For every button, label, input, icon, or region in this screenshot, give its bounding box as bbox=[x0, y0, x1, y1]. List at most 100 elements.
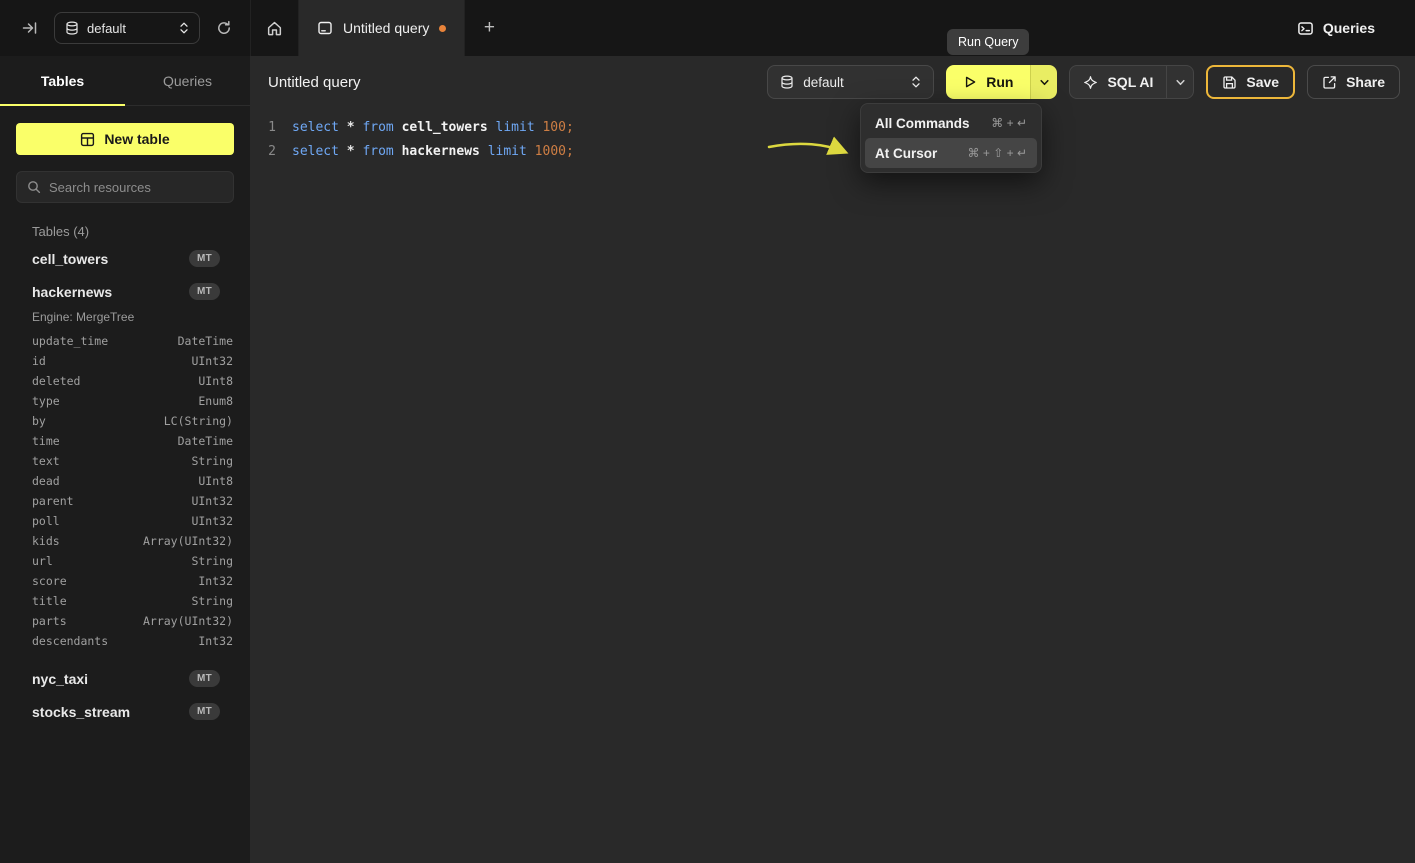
collapse-sidebar-button[interactable] bbox=[18, 16, 42, 40]
code-line[interactable]: 2select * from hackernews limit 1000; bbox=[268, 140, 1415, 164]
column-name: time bbox=[32, 434, 60, 448]
column-row[interactable]: timeDateTime bbox=[0, 431, 250, 451]
code-token bbox=[480, 144, 488, 159]
column-row[interactable]: kidsArray(UInt32) bbox=[0, 531, 250, 551]
column-row[interactable]: update_timeDateTime bbox=[0, 331, 250, 351]
column-row[interactable]: byLC(String) bbox=[0, 411, 250, 431]
code-token: from bbox=[362, 120, 393, 135]
column-name: parent bbox=[32, 494, 74, 508]
column-row[interactable]: urlString bbox=[0, 551, 250, 571]
home-tab[interactable] bbox=[250, 0, 298, 56]
share-button[interactable]: Share bbox=[1307, 65, 1400, 99]
sql-ai-button[interactable]: SQL AI bbox=[1070, 66, 1166, 98]
column-name: text bbox=[32, 454, 60, 468]
queries-icon bbox=[1297, 20, 1314, 37]
code-token: * bbox=[347, 144, 355, 159]
line-number: 2 bbox=[268, 140, 276, 164]
column-type: DateTime bbox=[178, 334, 233, 348]
sidebar-tab-queries[interactable]: Queries bbox=[125, 56, 250, 105]
refresh-button[interactable] bbox=[212, 16, 236, 40]
share-icon bbox=[1322, 75, 1337, 90]
table-row-nyc_taxi[interactable]: nyc_taxiMT bbox=[0, 662, 250, 695]
sidebar-tab-tables[interactable]: Tables bbox=[0, 56, 125, 105]
tab-label: Untitled query bbox=[343, 20, 429, 36]
code-token bbox=[527, 144, 535, 159]
topbar-database-value: default bbox=[87, 21, 126, 36]
sidebar: Tables Queries New table Tables (4) cell… bbox=[0, 56, 250, 863]
save-icon bbox=[1222, 75, 1237, 90]
tab-strip: Untitled query + bbox=[250, 0, 513, 56]
save-button[interactable]: Save bbox=[1206, 65, 1295, 99]
menu-item-all-commands[interactable]: All Commands⌘ + ↵ bbox=[865, 108, 1037, 138]
column-type: Array(UInt32) bbox=[143, 534, 233, 548]
engine-badge: MT bbox=[189, 670, 220, 687]
column-row[interactable]: descendants Int32 bbox=[0, 631, 250, 651]
table-row-stocks_stream[interactable]: stocks_streamMT bbox=[0, 695, 250, 728]
search-input[interactable] bbox=[49, 180, 223, 195]
run-button[interactable]: Run bbox=[946, 65, 1030, 99]
sparkle-icon bbox=[1083, 75, 1098, 90]
tables-section-title: Tables (4) bbox=[16, 224, 234, 239]
play-icon bbox=[963, 75, 977, 89]
menu-item-at-cursor[interactable]: At Cursor ⌘ + ⇧ + ↵ bbox=[865, 138, 1037, 168]
chevron-up-down-icon bbox=[179, 21, 189, 35]
database-icon bbox=[65, 21, 79, 35]
column-row[interactable]: idUInt32 bbox=[0, 351, 250, 371]
topbar-database-selector[interactable]: default bbox=[54, 12, 200, 44]
table-row-hackernews[interactable]: hackernewsMT bbox=[0, 275, 250, 308]
app-body: Tables Queries New table Tables (4) cell… bbox=[0, 56, 1415, 863]
new-tab-button[interactable]: + bbox=[465, 0, 513, 56]
run-label: Run bbox=[986, 74, 1013, 90]
query-database-selector[interactable]: default bbox=[767, 65, 934, 99]
column-type: Array(UInt32) bbox=[143, 614, 233, 628]
tab-untitled-query[interactable]: Untitled query bbox=[298, 0, 465, 56]
queries-button[interactable]: Queries bbox=[1285, 0, 1415, 56]
column-row[interactable]: partsArray(UInt32) bbox=[0, 611, 250, 631]
share-label: Share bbox=[1346, 74, 1385, 90]
sql-ai-options-button[interactable] bbox=[1166, 66, 1193, 98]
code-token: ; bbox=[566, 120, 574, 135]
code-line[interactable]: 1select * from cell_towers limit 100; bbox=[268, 116, 1415, 140]
sql-editor[interactable]: 1select * from cell_towers limit 100;2se… bbox=[250, 108, 1415, 164]
column-name: type bbox=[32, 394, 60, 408]
column-row[interactable]: deadUInt8 bbox=[0, 471, 250, 491]
column-row[interactable]: scoreInt32 bbox=[0, 571, 250, 591]
engine-badge: MT bbox=[189, 250, 220, 267]
column-row[interactable]: parentUInt32 bbox=[0, 491, 250, 511]
queries-label: Queries bbox=[1323, 20, 1375, 36]
column-row[interactable]: deletedUInt8 bbox=[0, 371, 250, 391]
code-text: select * from cell_towers limit 100; bbox=[292, 116, 574, 140]
column-row[interactable]: titleString bbox=[0, 591, 250, 611]
column-type: UInt8 bbox=[198, 374, 233, 388]
search-icon bbox=[27, 180, 41, 194]
header-actions: default Run bbox=[767, 65, 1400, 99]
code-token: cell_towers bbox=[402, 120, 488, 135]
column-row[interactable]: typeEnum8 bbox=[0, 391, 250, 411]
chevron-down-icon bbox=[1175, 77, 1186, 88]
column-type: Int32 bbox=[198, 634, 233, 648]
new-table-button[interactable]: New table bbox=[16, 123, 234, 155]
table-name: cell_towers bbox=[32, 251, 189, 267]
column-type: String bbox=[191, 554, 233, 568]
run-query-tooltip: Run Query bbox=[947, 29, 1029, 55]
code-token: hackernews bbox=[402, 144, 480, 159]
save-label: Save bbox=[1246, 74, 1279, 90]
code-token bbox=[339, 120, 347, 135]
menu-item-shortcut: ⌘ + ⇧ + ↵ bbox=[968, 146, 1027, 160]
search-box bbox=[16, 171, 234, 203]
column-name: descendants bbox=[32, 634, 108, 648]
engine-badge: MT bbox=[189, 283, 220, 300]
arrow-to-bar-icon bbox=[22, 20, 38, 36]
tables-list: cell_towersMThackernewsMTEngine: MergeTr… bbox=[0, 242, 250, 728]
menu-item-label: At Cursor bbox=[875, 146, 937, 161]
table-name: stocks_stream bbox=[32, 704, 189, 720]
database-icon bbox=[780, 75, 794, 89]
table-row-cell_towers[interactable]: cell_towersMT bbox=[0, 242, 250, 275]
sidebar-tabs: Tables Queries bbox=[0, 56, 250, 106]
topbar: default Untitled query + bbox=[0, 0, 1415, 56]
run-options-button[interactable] bbox=[1030, 65, 1057, 99]
column-type: UInt8 bbox=[198, 474, 233, 488]
column-row[interactable]: pollUInt32 bbox=[0, 511, 250, 531]
column-row[interactable]: textString bbox=[0, 451, 250, 471]
unsaved-indicator-dot bbox=[439, 25, 446, 32]
